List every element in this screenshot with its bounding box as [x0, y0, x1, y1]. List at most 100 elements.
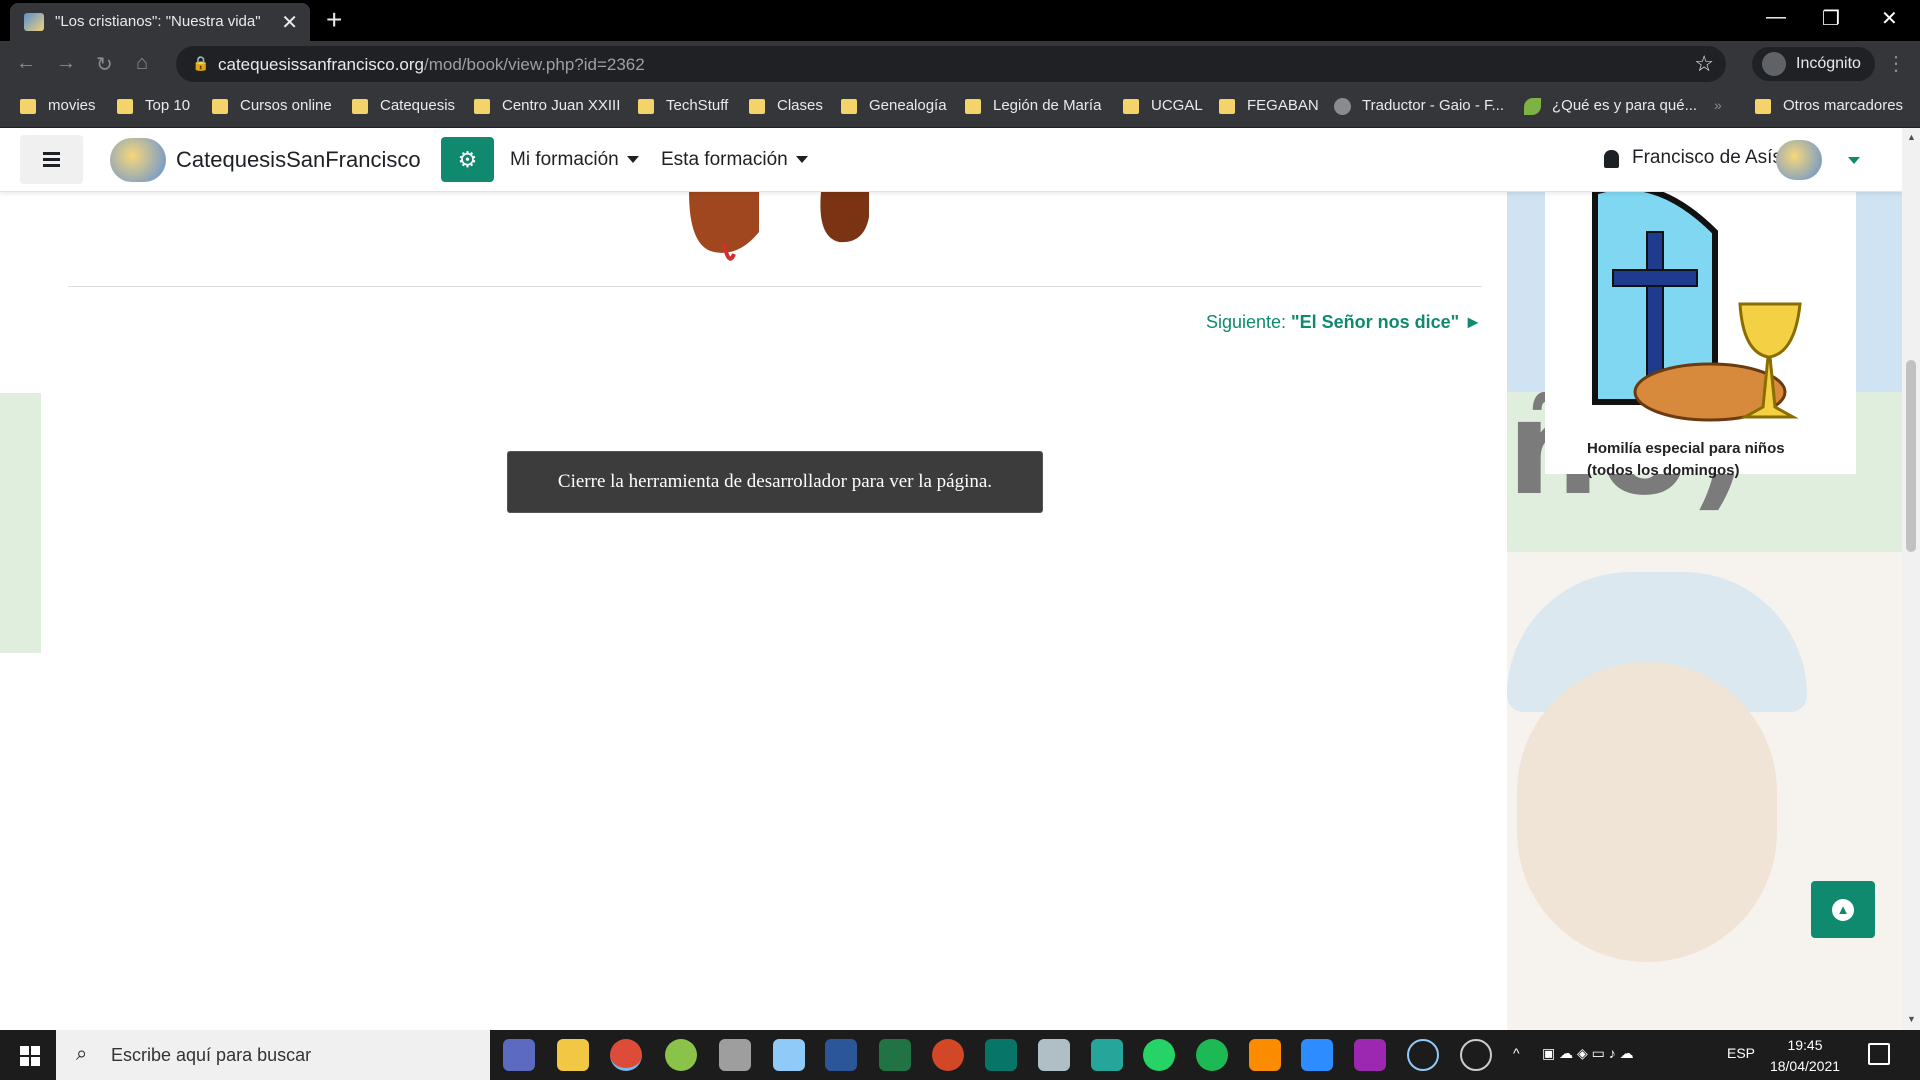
app-icon[interactable] — [1091, 1039, 1123, 1071]
browser-toolbar: ← → ↻ ⌂ 🔒 catequesissanfrancisco.org/mod… — [0, 41, 1920, 87]
bell-left-shape — [689, 192, 759, 253]
site-header: CatequesisSanFrancisco ⚙ Mi formación Es… — [0, 128, 1902, 192]
tray-icons[interactable]: ▣ ☁ ◈ ▭ ♪ ☁ — [1542, 1045, 1634, 1062]
back-arrow-icon[interactable]: ← — [16, 52, 36, 75]
bookmark-label: Top 10 — [145, 97, 191, 114]
web-page: ño) Siguiente: "El Señor nos dice" ► Cie… — [0, 128, 1902, 1030]
clock[interactable]: 19:45 18/04/2021 — [1765, 1035, 1845, 1077]
app-icon[interactable] — [1354, 1039, 1386, 1071]
folder-icon — [749, 99, 765, 114]
app-icon[interactable] — [719, 1039, 751, 1071]
bookmark-item[interactable]: Traductor - Gaio - F... — [1334, 97, 1504, 117]
bookmark-item[interactable]: TechStuff — [638, 97, 728, 117]
incognito-indicator[interactable]: Incógnito — [1752, 47, 1875, 81]
lock-icon[interactable]: 🔒 — [192, 55, 209, 72]
brave-icon[interactable] — [1249, 1039, 1281, 1071]
folder-icon — [1123, 99, 1139, 114]
zoom-icon[interactable] — [1301, 1039, 1333, 1071]
file-explorer-icon[interactable] — [557, 1039, 589, 1071]
folder-icon — [1219, 99, 1235, 114]
other-bookmarks[interactable]: Otros marcadores — [1755, 97, 1903, 117]
spotify-icon[interactable] — [1196, 1039, 1228, 1071]
language-indicator[interactable]: ESP — [1727, 1045, 1755, 1061]
bookmark-item[interactable]: Catequesis — [352, 97, 455, 117]
folder-icon — [841, 99, 857, 114]
powerpoint-icon[interactable] — [932, 1039, 964, 1071]
avatar[interactable] — [1776, 140, 1822, 180]
gears-icon[interactable]: ⚙ — [441, 137, 494, 182]
next-page-link[interactable]: Siguiente: "El Señor nos dice" ► — [1206, 312, 1482, 333]
folder-icon — [212, 99, 228, 114]
forward-arrow-icon[interactable]: → — [56, 52, 76, 75]
reload-icon[interactable]: ↻ — [96, 52, 113, 77]
bookmark-item[interactable]: Clases — [749, 97, 823, 117]
obs-icon[interactable] — [1460, 1039, 1492, 1071]
scrollbar-thumb[interactable] — [1906, 360, 1916, 552]
bookmark-item[interactable]: UCGAL — [1123, 97, 1203, 117]
bookmark-label: Genealogía — [869, 97, 947, 114]
chevron-down-icon — [795, 156, 808, 164]
this-training-menu[interactable]: Esta formación — [661, 149, 808, 171]
new-tab-button[interactable]: + — [326, 4, 342, 36]
calculator-icon[interactable] — [503, 1039, 535, 1071]
bookmark-label: Centro Juan XXIII — [502, 97, 621, 114]
url-path: /mod/book/view.php?id=2362 — [424, 55, 645, 74]
home-icon[interactable]: ⌂ — [136, 52, 148, 75]
close-tab-icon[interactable]: ✕ — [281, 10, 298, 35]
chrome-icon[interactable] — [610, 1039, 642, 1071]
scroll-down-icon[interactable]: ▼ — [1907, 1014, 1916, 1024]
address-bar[interactable]: 🔒 catequesissanfrancisco.org/mod/book/vi… — [176, 46, 1726, 82]
bookmark-item[interactable]: movies — [20, 97, 96, 117]
user-name[interactable]: Francisco de Asís — [1632, 147, 1782, 169]
back-to-top-button[interactable]: ▲ — [1811, 881, 1875, 938]
hamburger-line — [43, 164, 60, 167]
folder-icon — [638, 99, 654, 114]
globe-icon — [1334, 98, 1351, 115]
menu-label: Esta formación — [661, 149, 788, 170]
browser-menu-icon[interactable]: ⋮ — [1886, 51, 1906, 76]
background-face-shape — [1517, 662, 1777, 962]
word-icon[interactable] — [825, 1039, 857, 1071]
excel-icon[interactable] — [879, 1039, 911, 1071]
bookmark-label: Legión de María — [993, 97, 1102, 114]
my-training-menu[interactable]: Mi formación — [510, 149, 639, 171]
site-logo[interactable] — [110, 138, 166, 182]
homily-card[interactable]: Homilía especial para niños (todos los d… — [1545, 192, 1856, 479]
windows-start-icon[interactable] — [0, 1030, 56, 1080]
url-text[interactable]: catequesissanfrancisco.org/mod/book/view… — [218, 55, 645, 75]
bookmark-item[interactable]: Cursos online — [212, 97, 332, 117]
app-icon[interactable] — [1407, 1039, 1439, 1071]
bookmark-item[interactable]: ¿Qué es y para qué... — [1524, 97, 1697, 117]
chevron-down-icon — [626, 156, 639, 164]
bookmark-item[interactable]: Centro Juan XXIII — [474, 97, 620, 117]
chevron-up-icon[interactable]: ^ — [1513, 1045, 1520, 1061]
app-icon[interactable] — [773, 1039, 805, 1071]
browser-tab[interactable]: "Los cristianos": "Nuestra vida" ✕ — [10, 3, 310, 41]
whatsapp-icon[interactable] — [1143, 1039, 1175, 1071]
scroll-up-icon[interactable]: ▲ — [1907, 132, 1916, 142]
minimize-window-button[interactable]: — — [1766, 6, 1786, 29]
restore-window-button[interactable]: ❐ — [1822, 6, 1840, 31]
content-divider — [68, 286, 1482, 287]
homily-caption[interactable]: Homilía especial para niños (todos los d… — [1587, 438, 1827, 482]
paint-icon[interactable] — [1038, 1039, 1070, 1071]
bell-icon[interactable] — [1604, 150, 1619, 168]
close-window-button[interactable]: ✕ — [1881, 6, 1898, 31]
folder-icon — [474, 99, 490, 114]
bookmark-star-icon[interactable]: ☆ — [1694, 51, 1714, 77]
taskbar-search-input[interactable]: ⌕ Escribe aquí para buscar — [56, 1030, 490, 1080]
menu-toggle-button[interactable] — [20, 135, 83, 184]
bookmark-item[interactable]: Genealogía — [841, 97, 947, 117]
site-name[interactable]: CatequesisSanFrancisco — [176, 147, 421, 173]
arrow-right-icon: ► — [1464, 312, 1482, 332]
more-bookmarks-button[interactable]: » — [1714, 97, 1722, 113]
page-scrollbar[interactable]: ▲ ▼ — [1902, 128, 1920, 1030]
app-icon[interactable] — [665, 1039, 697, 1071]
bookmark-item[interactable]: Legión de María — [965, 97, 1101, 117]
incognito-icon — [1762, 52, 1786, 76]
bookmark-item[interactable]: FEGABAN — [1219, 97, 1319, 117]
publisher-icon[interactable] — [985, 1039, 1017, 1071]
notification-center-icon[interactable] — [1868, 1043, 1890, 1065]
bookmark-item[interactable]: Top 10 — [117, 97, 190, 117]
chevron-down-icon[interactable] — [1848, 157, 1860, 164]
